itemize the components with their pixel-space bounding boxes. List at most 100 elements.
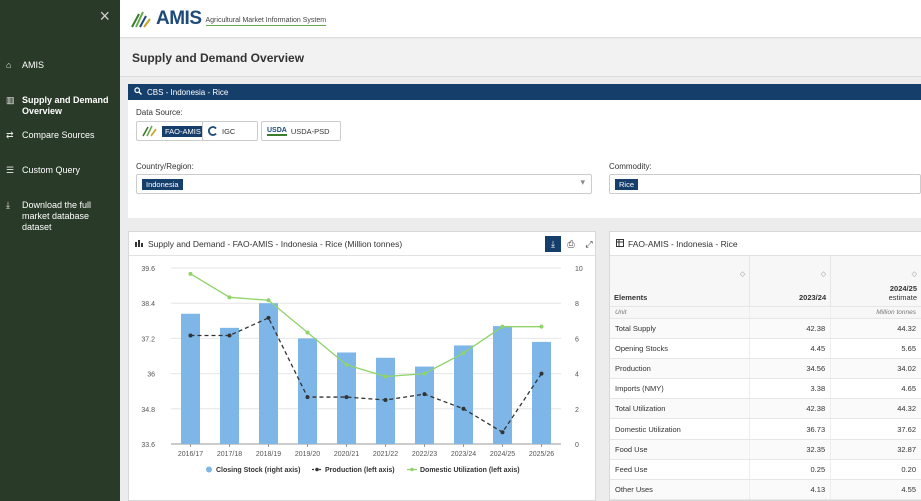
y-left-tick-label: 34.8 [141,407,155,414]
data-source-label: Data Source: [136,108,183,117]
table-row: Total Supply 42.38 44.32 [610,318,921,339]
country-select[interactable]: Indonesia ▾ [136,174,592,194]
y-left-tick-label: 33.6 [141,442,155,449]
country-chip: Indonesia [142,179,183,190]
chart-title: Supply and Demand - FAO-AMIS - Indonesia… [148,238,403,249]
domestic-utilization-point [266,298,271,303]
y-right-tick-label: 6 [575,336,579,343]
production-point [344,395,349,400]
cell-value: 34.56 [749,358,832,380]
query-panel-header: CBS - Indonesia - Rice [128,84,921,100]
sidebar-item-compare-sources[interactable]: ⇄ Compare Sources [6,130,116,141]
home-icon: ⌂ [6,60,12,70]
table-row: Other Uses 4.13 4.55 [610,479,921,500]
cell-value: 0.20 [830,459,921,481]
cell-value: 32.35 [749,439,832,460]
country-label: Country/Region: [136,162,194,171]
production-point [383,398,388,402]
sidebar: × ⌂ AMIS ▥ Supply and Demand Overview ⇄ … [0,0,120,501]
x-tick-label: 2018/19 [256,451,281,458]
wheat-logo-icon [131,11,151,28]
close-icon[interactable]: × [99,6,110,27]
cell-element: Production [610,358,751,380]
cell-element: Feed Use [610,459,751,481]
cell-value: 3.38 [749,378,832,400]
sort-icon: ◇ [820,271,827,278]
source-label: USDA-PSD [290,126,330,136]
bar [259,303,278,444]
cell-value: 5.65 [830,338,921,359]
column-header-2024-25[interactable]: ◇ 2024/25 estimate [830,256,921,307]
x-tick-label: 2025/26 [529,451,554,458]
sidebar-item-label: Custom Query [22,165,81,175]
x-tick-label: 2019/20 [295,451,320,458]
domestic-utilization-line [190,273,542,378]
table-row: Domestic Utilization 36.73 37.62 [610,418,921,440]
domestic-utilization-point [227,295,232,300]
sidebar-item-amis[interactable]: ⌂ AMIS [6,60,116,71]
table-panel: FAO-AMIS - Indonesia - Rice ◇ Elements ◇… [609,231,921,501]
sidebar-item-label: Compare Sources [22,130,95,140]
cell-value: 44.32 [830,398,921,420]
cell-value: 34.02 [830,358,921,380]
source-label: IGC [222,126,236,136]
source-button-igc[interactable]: IGC [202,121,258,141]
table-row: Total Utilization 42.38 44.32 [610,398,921,420]
y-right-tick-label: 10 [575,266,583,273]
cell-value: 4.13 [749,479,832,500]
table-icon [616,238,624,249]
cell-value: 42.38 [749,398,832,420]
sidebar-item-label: Supply and Demand Overview [22,95,109,116]
column-header-elements[interactable]: ◇ Elements [610,256,751,307]
legend-marker-production-dot [315,467,319,472]
brand-name: AMIS [156,8,202,29]
source-button-fao-amis[interactable]: FAO-AMIS [136,121,210,141]
source-label: FAO-AMIS [162,125,204,137]
supply-demand-chart: 33.6 34.8 36 37.2 38.4 39.6 0 2 4 6 8 10 2016/17 2017… [141,266,583,474]
page-title: Supply and Demand Overview [132,51,305,65]
print-icon[interactable]: ⎙ [563,236,579,252]
balance-table: ◇ Elements ◇ 2023/24 ◇ 2024/25 estimate … [610,256,921,500]
table-row: Production 34.56 34.02 [610,358,921,380]
x-tick-label: 2021/22 [373,451,398,458]
domestic-utilization-point [344,362,349,367]
production-point [422,392,427,397]
table-title: FAO-AMIS - Indonesia - Rice [628,238,738,249]
y-right-tick-label: 8 [575,301,579,308]
unit-value: Million tonnes [830,306,921,319]
sidebar-item-custom-query[interactable]: ☰ Custom Query [6,165,116,176]
column-header-2023-24[interactable]: ◇ 2023/24 [749,256,832,307]
cell-element: Domestic Utilization [610,418,751,440]
bar [532,341,551,444]
sidebar-item-download[interactable]: ⤓ Download the full market database data… [6,200,116,233]
amis-logo[interactable]: AMIS Agricultural Market Information Sys… [130,8,327,29]
download-icon[interactable]: ⤓ [545,236,561,252]
cell-value: 32.87 [830,439,921,460]
table-row: Opening Stocks 4.45 5.65 [610,338,921,359]
brand-subtitle: Agricultural Market Information System [205,17,327,26]
sidebar-item-label: AMIS [22,60,45,70]
source-button-usda-psd[interactable]: USDA USDA-PSD [261,121,341,141]
production-point [305,395,310,400]
top-header: AMIS Agricultural Market Information Sys… [120,0,921,38]
bar [220,327,239,444]
sidebar-item-supply-demand[interactable]: ▥ Supply and Demand Overview [6,95,116,117]
query-icon: ☰ [6,165,15,175]
cell-element: Total Utilization [610,398,751,420]
wheat-logo-icon [142,125,157,137]
query-panel-title: CBS - Indonesia - Rice [147,87,229,97]
cell-value: 44.32 [830,318,921,339]
domestic-utilization-point [188,271,193,276]
chart-panel: Supply and Demand - FAO-AMIS - Indonesia… [128,231,596,501]
commodity-label: Commodity: [609,162,652,171]
commodity-select[interactable]: Rice [609,174,921,194]
cell-value: 42.38 [749,318,832,339]
y-right-tick-label: 0 [575,442,579,449]
bar [493,326,512,444]
compare-icon: ⇄ [6,130,14,140]
x-tick-label: 2022/23 [412,451,437,458]
sort-icon: ◇ [739,271,746,278]
chevron-down-icon: ▾ [580,177,585,187]
bar [298,338,317,444]
fullscreen-icon[interactable]: ⤢ [581,236,597,252]
